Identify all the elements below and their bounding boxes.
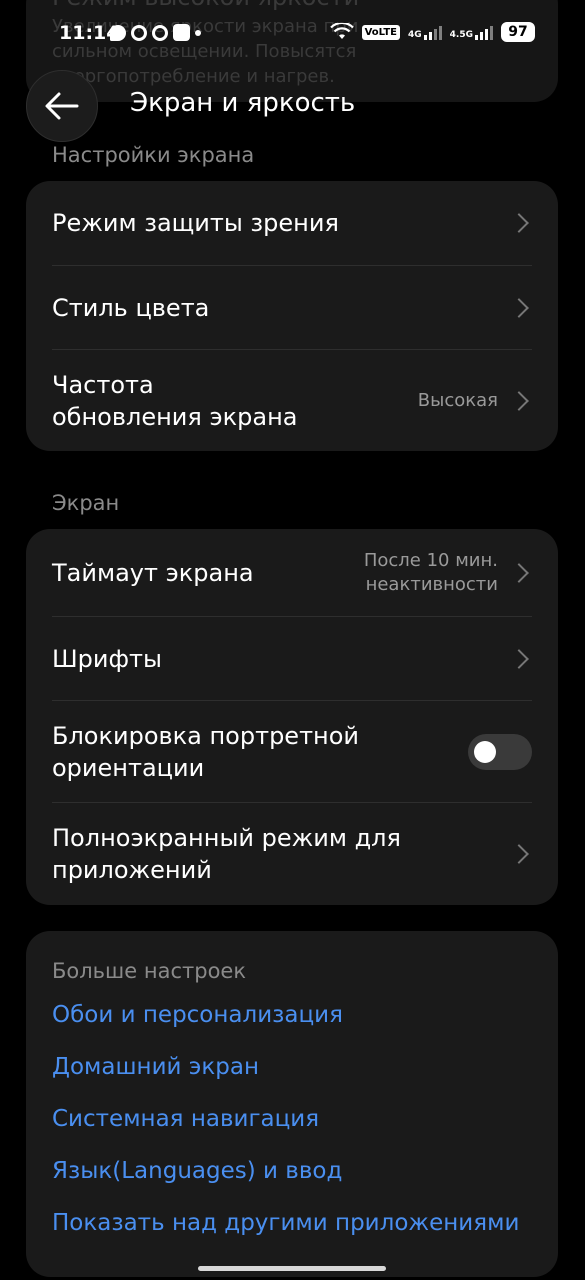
signal-1: 4G <box>408 24 442 40</box>
eye-protection-label: Режим защиты зрения <box>52 209 339 237</box>
screen-timeout-value-2: неактивности <box>365 573 498 595</box>
screen-card: Таймаут экрана После 10 мин. неактивност… <box>26 529 558 905</box>
color-style-label: Стиль цвета <box>52 293 210 322</box>
chevron-right-icon <box>509 843 529 864</box>
toggle-knob <box>474 740 496 763</box>
notification-icons <box>110 24 201 41</box>
chevron-right-icon <box>509 213 529 233</box>
high-brightness-title: Режим высокой яркости <box>52 0 532 14</box>
chevron-right-icon <box>509 297 529 318</box>
portrait-lock-label: Блокировка портретной ориентации <box>52 720 468 784</box>
fullscreen-apps-label-1: Полноэкранный режим для <box>52 823 401 852</box>
refresh-rate-label: Частота обновления экрана <box>52 369 418 433</box>
screen-timeout-row[interactable]: Таймаут экрана После 10 мин. неактивност… <box>26 529 558 616</box>
more-settings-card: Больше настроек Обои и персонализация До… <box>26 931 558 1277</box>
fullscreen-apps-label-2: приложений <box>52 855 212 884</box>
page-title: Экран и яркость <box>130 88 356 118</box>
messenger-icon <box>131 24 147 41</box>
fullscreen-apps-row[interactable]: Полноэкранный режим для приложений <box>26 803 558 904</box>
signal-bars-2-icon <box>475 24 493 40</box>
portrait-lock-toggle[interactable] <box>468 733 532 770</box>
fullscreen-apps-label: Полноэкранный режим для приложений <box>52 822 512 886</box>
back-button[interactable] <box>26 70 98 142</box>
network-type-1: 4G <box>408 30 422 40</box>
refresh-rate-row[interactable]: Частота обновления экрана Высокая <box>26 350 558 451</box>
refresh-rate-label-1: Частота <box>52 370 154 399</box>
more-notifications-icon <box>195 29 201 36</box>
portrait-lock-label-2: ориентации <box>52 753 205 782</box>
portrait-lock-row[interactable]: Блокировка портретной ориентации <box>26 701 558 802</box>
link-wallpaper[interactable]: Обои и персонализация <box>26 989 558 1041</box>
refresh-rate-label-2: обновления экрана <box>52 402 298 431</box>
fonts-row[interactable]: Шрифты <box>26 617 558 700</box>
network-type-2: 4.5G <box>449 30 473 40</box>
fonts-label: Шрифты <box>52 644 162 673</box>
eye-protection-row[interactable]: Режим защиты зрения <box>26 181 558 265</box>
signal-bars-1-icon <box>423 24 442 40</box>
link-language-input[interactable]: Язык(Languages) и ввод <box>26 1145 558 1197</box>
arrow-left-icon <box>45 92 79 120</box>
chat-icon <box>110 24 126 41</box>
screen-timeout-value: После 10 мин. неактивности <box>364 549 498 597</box>
ring-icon <box>152 24 168 41</box>
chevron-right-icon <box>509 562 529 583</box>
more-links: Обои и персонализация Домашний экран Сис… <box>26 989 558 1249</box>
chevron-right-icon <box>509 648 529 669</box>
link-system-navigation[interactable]: Системная навигация <box>26 1093 558 1145</box>
signal-2: 4.5G <box>450 24 493 40</box>
status-bar: 11:14 VoLTE 4G 4.5G 97 <box>0 16 585 52</box>
status-right: VoLTE 4G 4.5G 97 <box>329 22 535 42</box>
screen-settings-card: Режим защиты зрения Стиль цвета Частота … <box>26 181 558 451</box>
link-home-screen[interactable]: Домашний экран <box>26 1041 558 1093</box>
wifi-icon <box>329 23 354 39</box>
home-indicator[interactable] <box>198 1266 386 1271</box>
refresh-rate-value: Высокая <box>417 389 498 411</box>
screen-timeout-label: Таймаут экрана <box>52 558 254 587</box>
link-display-over-apps[interactable]: Показать над другими приложениями <box>26 1197 558 1249</box>
section-screen-settings: Настройки экрана <box>52 143 255 167</box>
portrait-lock-label-1: Блокировка портретной <box>52 721 360 750</box>
more-settings-title: Больше настроек <box>52 959 247 983</box>
color-style-row[interactable]: Стиль цвета <box>26 266 558 349</box>
battery-indicator: 97 <box>501 22 535 42</box>
app-icon <box>173 24 190 41</box>
chevron-right-icon <box>509 390 529 411</box>
screen-timeout-value-1: После 10 мин. <box>363 549 498 571</box>
section-screen: Экран <box>52 491 120 515</box>
volte-badge: VoLTE <box>361 24 400 40</box>
high-brightness-desc-3: энергопотребление и нагрев. <box>52 66 335 87</box>
